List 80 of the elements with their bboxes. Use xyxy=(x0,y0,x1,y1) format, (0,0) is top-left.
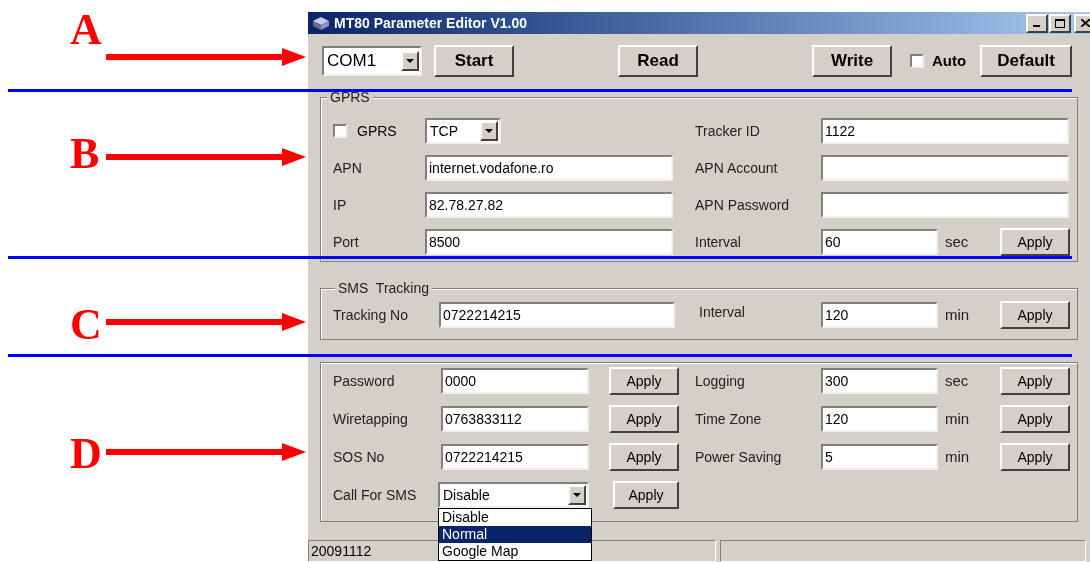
apply-button[interactable]: Apply xyxy=(609,443,679,471)
apply-button[interactable]: Read xyxy=(618,45,698,77)
input-field[interactable]: 1122 xyxy=(821,118,1069,144)
close-button[interactable] xyxy=(1074,13,1090,33)
input-field[interactable]: 0000 xyxy=(441,368,589,394)
field-label: SOS No xyxy=(333,447,386,467)
apply-button[interactable]: Apply xyxy=(1000,405,1070,433)
field-label: Wiretapping xyxy=(333,409,409,429)
annotation-letter: B xyxy=(70,132,100,176)
maximize-button[interactable] xyxy=(1049,13,1071,33)
checkbox[interactable] xyxy=(910,54,924,68)
dropdown-field[interactable]: TCP xyxy=(425,118,501,144)
field-label: Password xyxy=(333,371,396,391)
apply-button[interactable]: Apply xyxy=(609,367,679,395)
input-field[interactable]: 60 xyxy=(821,229,938,255)
field-label: IP xyxy=(333,195,348,215)
input-field[interactable]: 0722214215 xyxy=(441,444,589,470)
annotation-letter: D xyxy=(70,432,102,476)
field-label: Tracking No xyxy=(333,305,409,325)
apply-button[interactable]: Write xyxy=(812,45,892,77)
field-label: APN Password xyxy=(695,195,791,215)
input-field[interactable]: internet.vodafone.ro xyxy=(425,155,673,181)
input-field[interactable] xyxy=(821,192,1069,218)
maximize-icon xyxy=(1055,18,1065,28)
close-icon xyxy=(1080,19,1090,27)
field-label: Interval xyxy=(695,232,742,252)
checkbox[interactable] xyxy=(333,124,347,138)
annotation-letter: A xyxy=(70,8,102,52)
input-field[interactable]: 82.78.27.82 xyxy=(425,192,673,218)
field-label: Call For SMS xyxy=(333,485,418,505)
apply-button[interactable]: Apply xyxy=(1000,228,1070,256)
field-label: Time Zone xyxy=(695,409,763,429)
apply-button[interactable]: Apply xyxy=(1000,367,1070,395)
dropdown-value: COM1 xyxy=(327,50,377,73)
app-icon xyxy=(312,16,330,30)
input-field[interactable]: 0763833112 xyxy=(441,406,589,432)
checkbox-label: Auto xyxy=(932,50,967,71)
dropdown-button[interactable] xyxy=(401,51,419,71)
checkbox-label: GPRS xyxy=(357,121,398,141)
unit-label: sec xyxy=(944,231,970,252)
dropdown-button[interactable] xyxy=(480,121,498,141)
input-field[interactable]: 120 xyxy=(821,406,938,432)
dropdown-value: Disable xyxy=(443,485,490,505)
input-field[interactable]: 300 xyxy=(821,368,938,394)
annotation-letter: C xyxy=(70,303,102,347)
apply-button[interactable]: Apply xyxy=(609,405,679,433)
field-label: Power Saving xyxy=(695,447,783,467)
field-label: Interval xyxy=(699,302,746,322)
input-field[interactable]: 0722214215 xyxy=(439,302,675,328)
input-field[interactable]: 5 xyxy=(821,444,938,470)
dropdown-option[interactable]: Disable xyxy=(439,509,591,526)
group-title: SMS Tracking xyxy=(335,280,433,296)
input-field[interactable]: 120 xyxy=(821,302,938,328)
apply-button[interactable]: Apply xyxy=(1000,443,1070,471)
input-field[interactable] xyxy=(821,155,1069,181)
window-title: MT80 Parameter Editor V1.00 xyxy=(334,13,527,33)
field-label: APN Account xyxy=(695,158,779,178)
apply-button[interactable]: Start xyxy=(434,45,514,77)
dropdown-field[interactable]: COM1 xyxy=(322,46,422,76)
input-field[interactable]: 8500 xyxy=(425,229,673,255)
field-label: Logging xyxy=(695,371,746,391)
dropdown-value: TCP xyxy=(430,121,458,141)
unit-label: min xyxy=(944,304,971,325)
dropdown-option[interactable]: Google Map xyxy=(439,543,591,560)
field-label: Port xyxy=(333,232,360,252)
dropdown-field[interactable]: Disable xyxy=(438,482,589,508)
dropdown-button[interactable] xyxy=(568,485,586,505)
caret-icon xyxy=(406,59,414,63)
unit-label: min xyxy=(944,446,971,467)
field-label: Tracker ID xyxy=(695,121,761,141)
apply-button[interactable]: Default xyxy=(980,45,1073,77)
unit-label: sec xyxy=(944,370,970,391)
unit-label: min xyxy=(944,408,971,429)
caret-icon xyxy=(573,493,581,497)
apply-button[interactable]: Apply xyxy=(1000,301,1070,329)
field-label: APN xyxy=(333,158,363,178)
minimize-button[interactable] xyxy=(1026,13,1048,33)
caret-icon xyxy=(485,129,493,133)
dropdown-option[interactable]: Normal xyxy=(439,526,591,543)
apply-button[interactable]: Apply xyxy=(613,481,679,509)
